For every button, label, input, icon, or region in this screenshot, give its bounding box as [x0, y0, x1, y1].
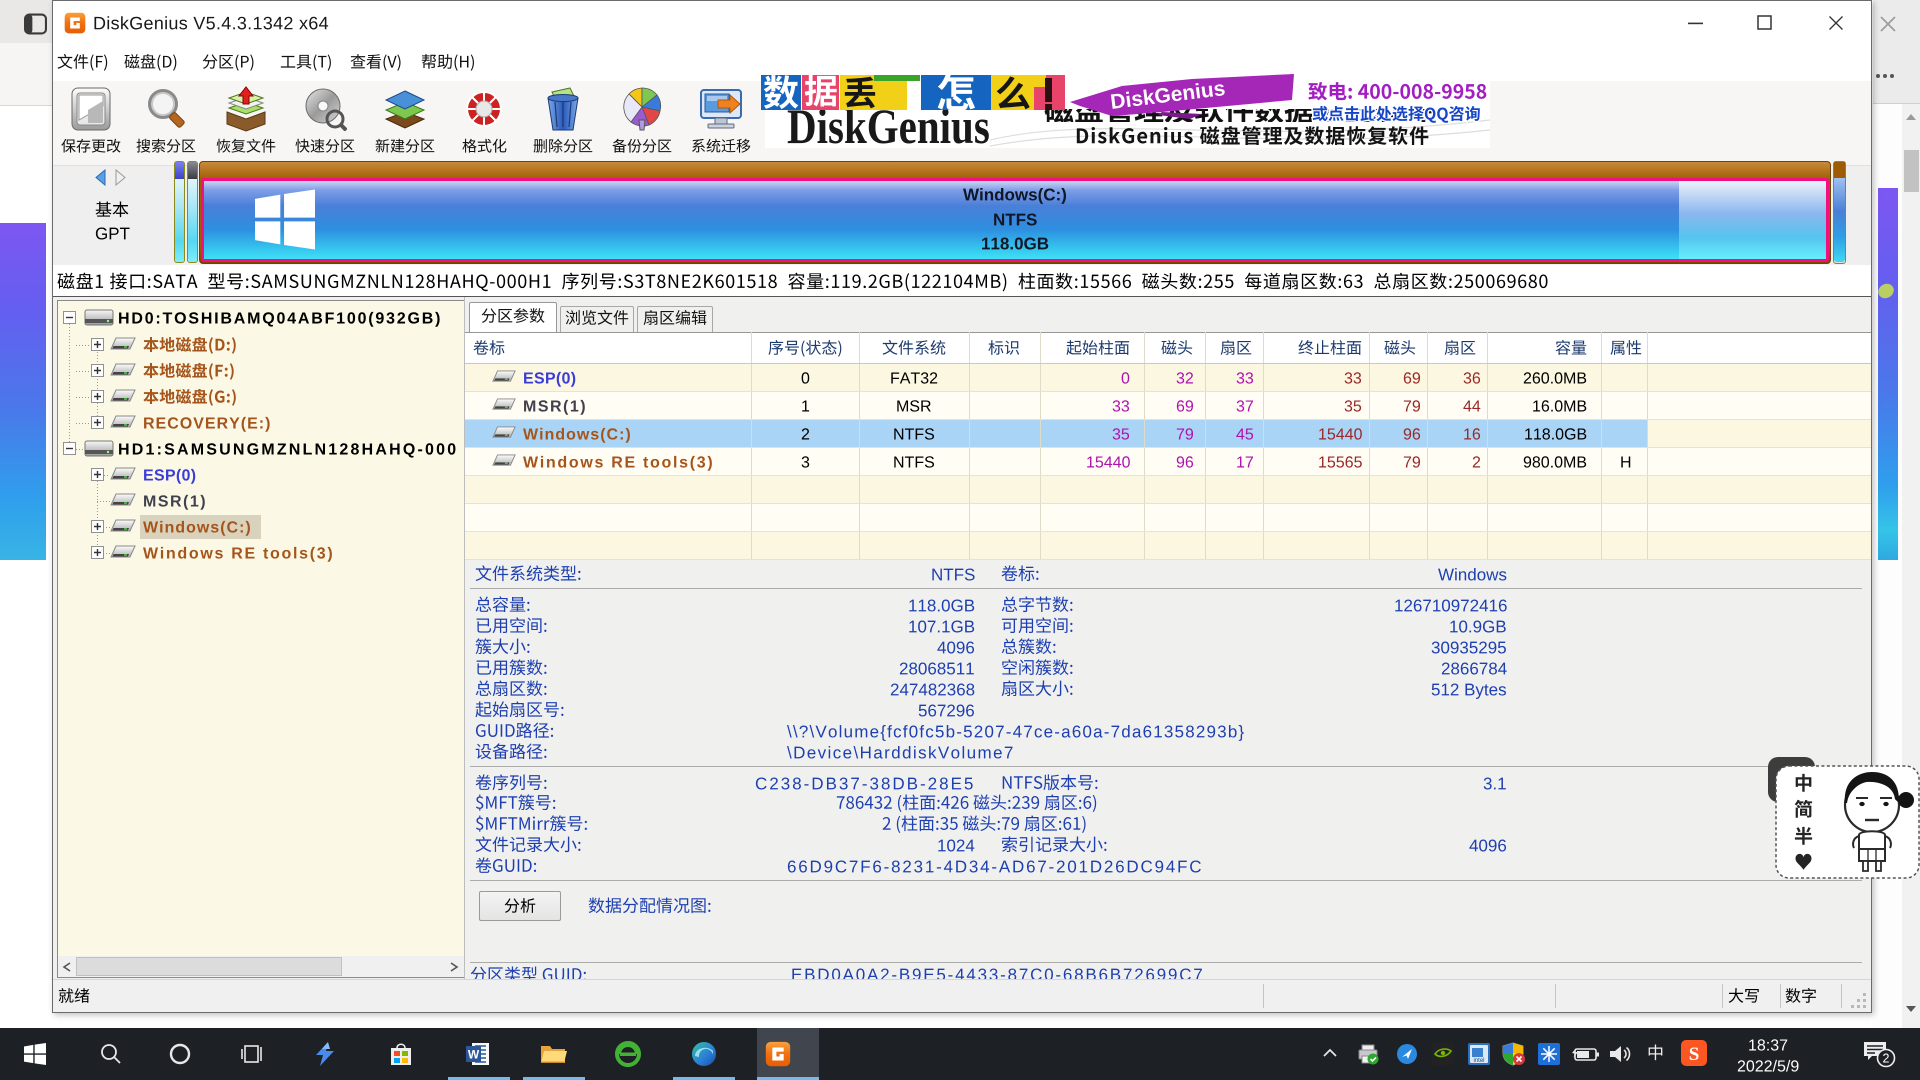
svg-text:W: W — [468, 1048, 480, 1062]
svg-text:2: 2 — [1883, 1052, 1890, 1066]
svg-text:intel: intel — [1473, 1058, 1484, 1064]
svg-text:S: S — [1689, 1044, 1700, 1065]
